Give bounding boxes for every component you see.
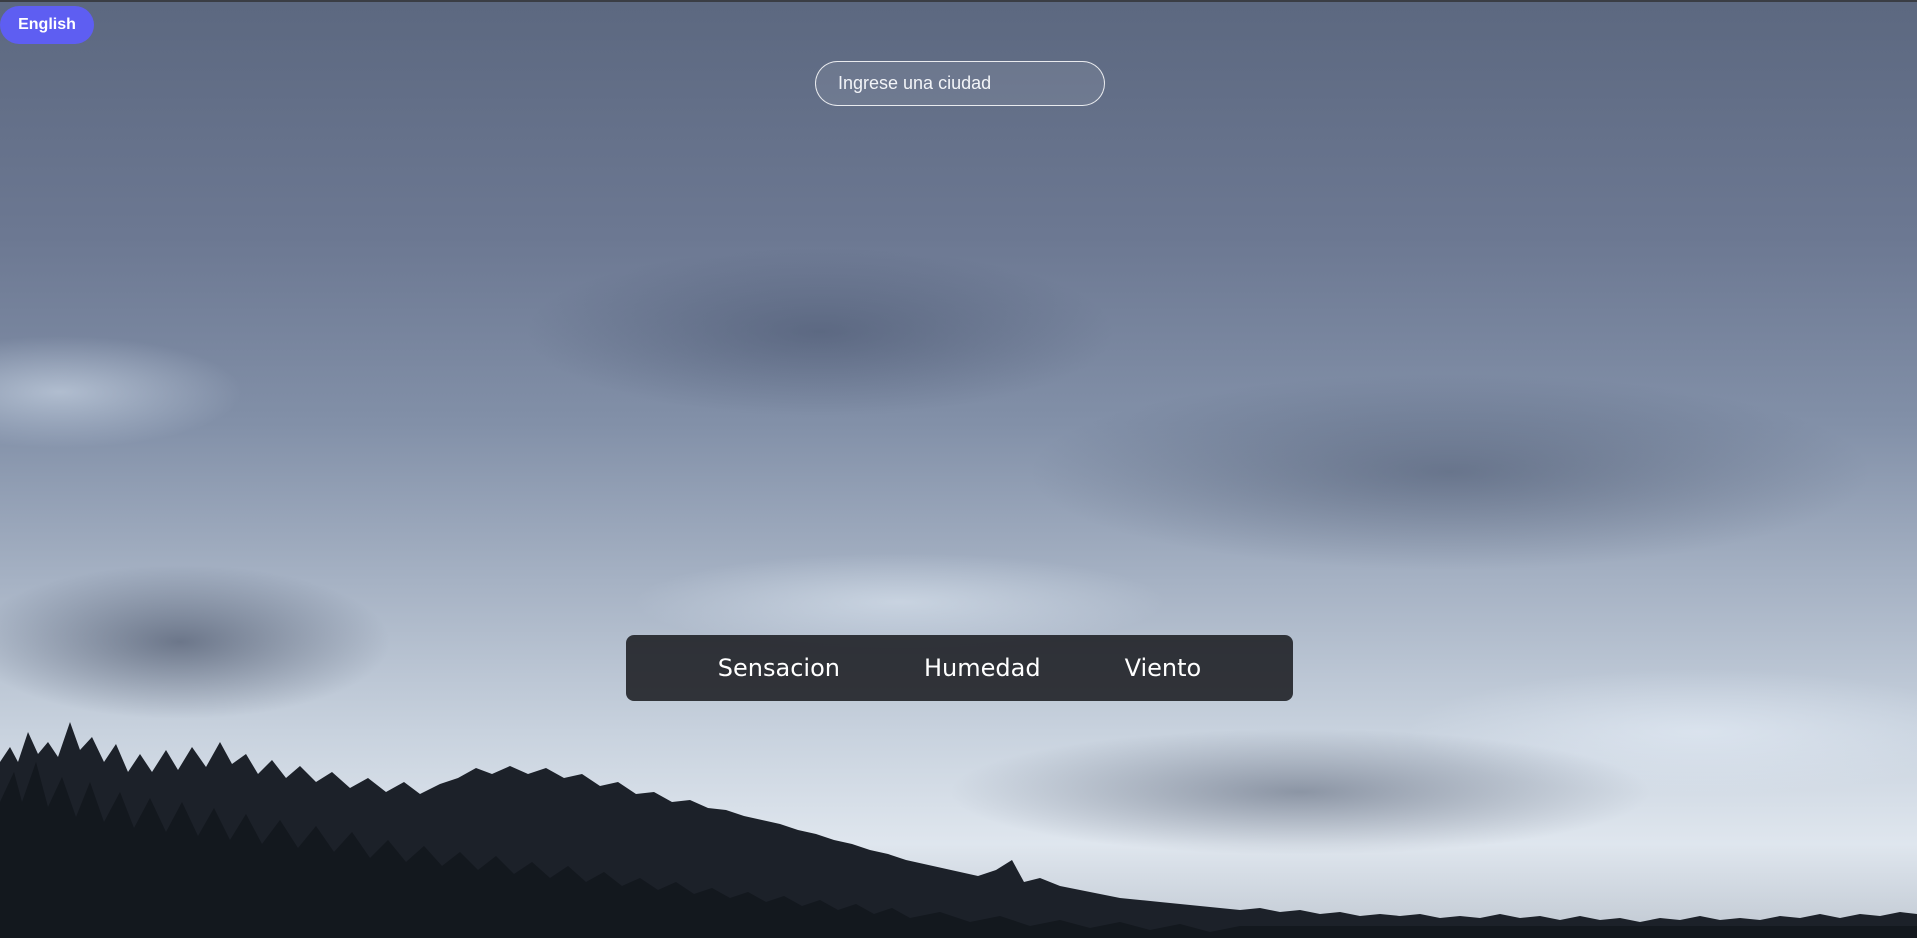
forest-background (0, 722, 1917, 938)
wind-label: Viento (1124, 654, 1202, 682)
city-search-input[interactable] (815, 61, 1105, 106)
language-toggle-button[interactable]: English (0, 6, 94, 44)
weather-details-panel: Sensacion Humedad Viento (626, 635, 1293, 701)
humidity-label: Humedad (923, 654, 1041, 682)
weather-page: English Sensacion Humedad Viento (0, 0, 1917, 938)
feels-like-label: Sensacion (717, 654, 840, 682)
